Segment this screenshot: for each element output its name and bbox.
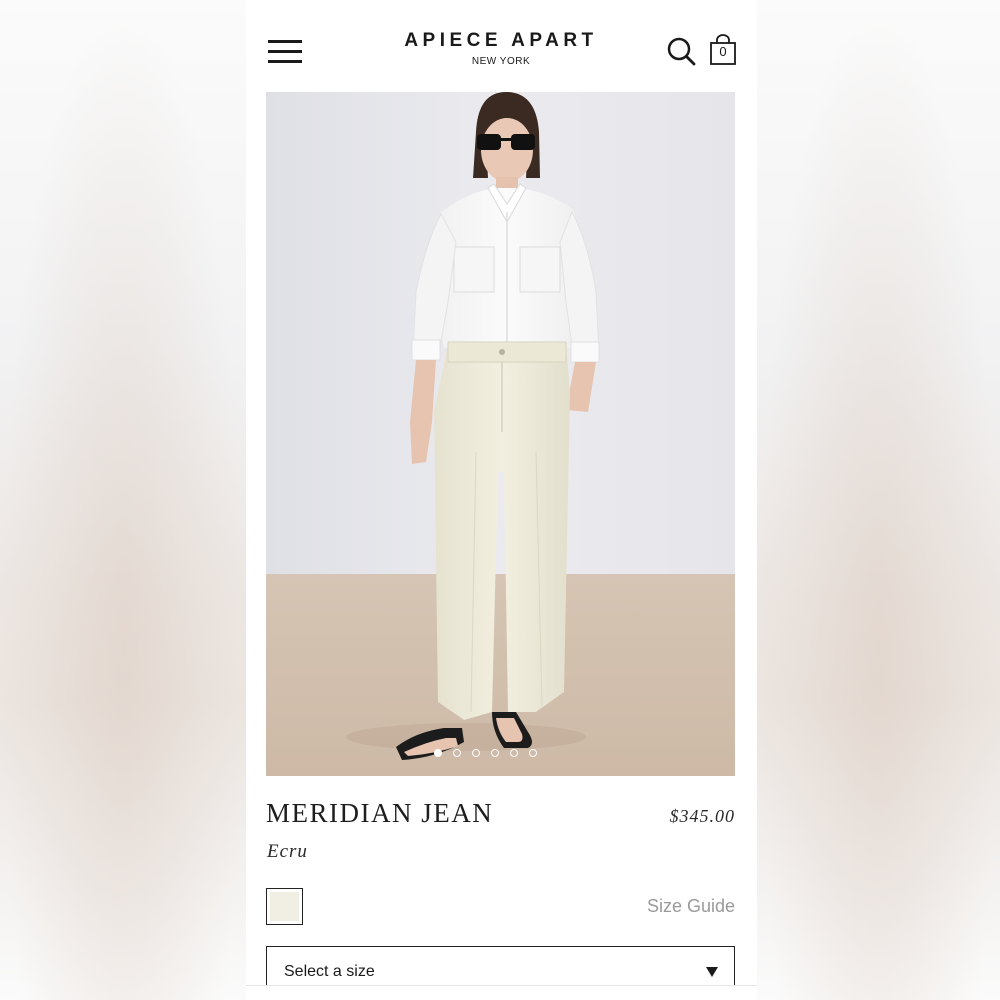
pagination-dot[interactable] (510, 749, 518, 757)
mobile-page: APIECE APART NEW YORK 0 MERIDIAN JEAN $3… (246, 0, 757, 1000)
size-select-label: Select a size (284, 963, 375, 980)
chevron-down-icon (706, 967, 718, 977)
image-pagination (266, 749, 735, 757)
product-image[interactable] (266, 92, 735, 776)
background-blur-left (0, 0, 246, 1000)
brand-name: APIECE APART (404, 30, 598, 51)
size-guide-link[interactable]: Size Guide (647, 896, 735, 917)
bag-count: 0 (719, 44, 727, 59)
pagination-dot[interactable] (491, 749, 499, 757)
brand-logo[interactable]: APIECE APART NEW YORK (376, 30, 626, 67)
product-color-name: Ecru (267, 841, 308, 862)
pagination-dot[interactable] (472, 749, 480, 757)
color-swatch[interactable] (266, 888, 303, 925)
pagination-dot[interactable] (529, 749, 537, 757)
pagination-dot[interactable] (453, 749, 461, 757)
hamburger-menu-icon[interactable] (268, 38, 302, 64)
pagination-dot[interactable] (434, 749, 442, 757)
background-blur-right (757, 0, 1000, 1000)
search-icon[interactable] (666, 36, 696, 66)
color-swatch-fill (270, 892, 299, 921)
brand-location: NEW YORK (471, 56, 531, 67)
page-bottom-edge (246, 985, 757, 1000)
product-title: MERIDIAN JEAN (266, 798, 494, 828)
product-price: $345.00 (669, 806, 735, 826)
shopping-bag-icon[interactable]: 0 (709, 34, 737, 66)
